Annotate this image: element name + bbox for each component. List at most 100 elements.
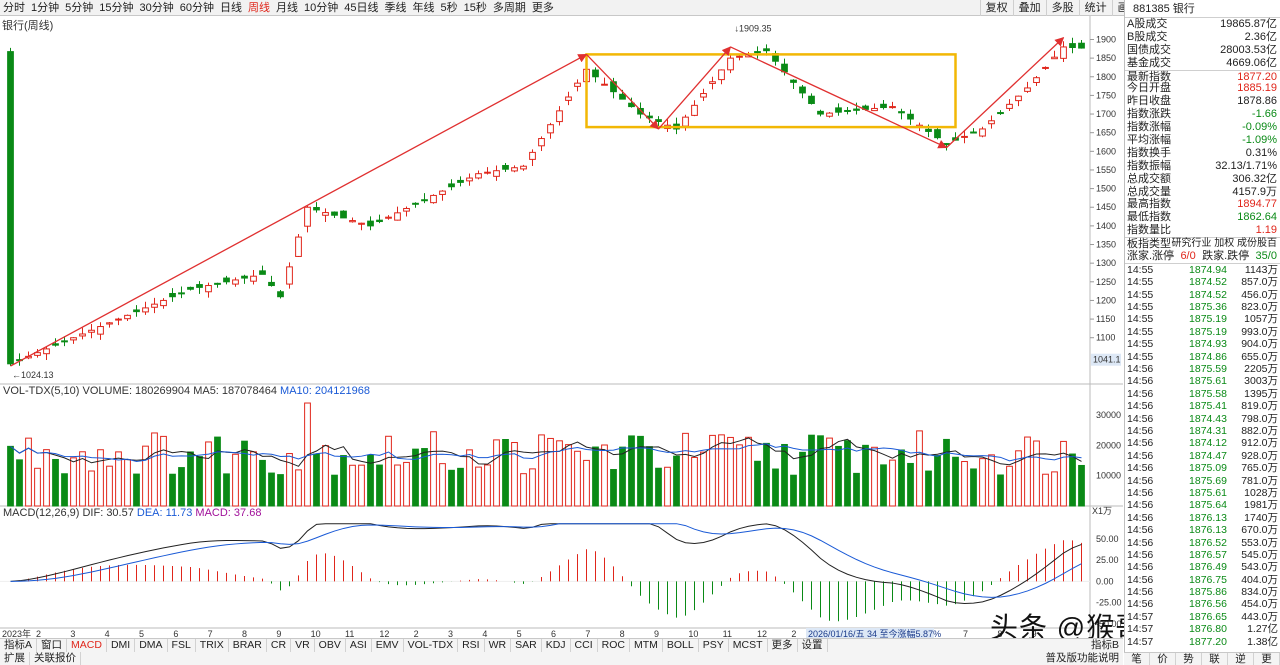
indicator-tab-20[interactable]: MTM [630,639,663,652]
indicator-tab-4[interactable]: DMA [135,639,168,652]
price-axis-label: 1200 [1096,295,1116,305]
macd-dif-line [10,523,1082,604]
tick-row: 14:56 1876.52 553.0万 [1125,537,1280,549]
extension-tab-1[interactable]: 关联报价 [30,652,81,665]
candle-body [988,120,995,125]
period-tab-5[interactable]: 60分钟 [177,0,217,16]
indicator-tab-6[interactable]: TRIX [196,639,229,652]
x-axis-year: 2023年 [2,628,31,638]
toolbar-button-1[interactable]: 叠加 [1012,0,1046,16]
period-tab-11[interactable]: 季线 [382,0,410,16]
indicator-tab-11[interactable]: ASI [346,639,372,652]
quote-row-value: 1877.20 [1237,70,1277,83]
panel-title: 银行(周线) [2,20,54,32]
x-axis-month-label: 11 [723,629,732,638]
kline-chart[interactable]: 1900 1850 1800 1750 1700 1650 1600 1550 1500 1450… [0,16,1123,638]
right-tab-0[interactable]: 笔 [1124,653,1150,665]
tick-list[interactable]: 14:55 1874.94 1143万 14:55 1874.52 857.0万 14:55… [1125,262,1280,648]
indicator-tabs: 指标A 窗口 MACD DMI DMA FSL TRIX BRAR CR VR OBV ASI EMV V… [0,638,1123,665]
period-tab-10[interactable]: 45日线 [341,0,381,16]
candle-body [1015,95,1022,102]
toolbar-button-2[interactable]: 多股 [1045,0,1079,16]
tick-time: 14:56 [1127,561,1154,574]
candle-body [556,110,563,123]
indicator-tab-10[interactable]: OBV [315,639,346,652]
x-axis-month-label: 9 [276,629,281,638]
period-tab-7[interactable]: 周线 [245,0,273,16]
volume-bar [358,464,365,507]
candle-body [133,309,140,313]
tick-time: 14:55 [1127,263,1154,276]
x-axis-month-label: 3 [70,629,75,638]
tick-time: 14:55 [1127,288,1154,301]
indicator-tab-23[interactable]: MCST [729,639,768,652]
tick-price: 1876.56 [1189,598,1227,611]
period-tab-14[interactable]: 15秒 [461,0,490,16]
indicator-tab-14[interactable]: RSI [458,639,485,652]
indicator-tab-0[interactable]: 指标A [0,639,38,652]
toolbar-button-3[interactable]: 统计 [1078,0,1112,16]
candle-body [232,279,239,285]
price-axis-label: 1800 [1096,72,1116,82]
period-tab-9[interactable]: 10分钟 [301,0,341,16]
indicator-tab-8[interactable]: CR [267,639,292,652]
tick-time: 14:56 [1127,499,1154,512]
indicator-tab-12[interactable]: EMV [372,639,404,652]
macd-axis-label: 50.00 [1096,534,1119,544]
right-tab-5[interactable]: 更 [1254,653,1280,665]
indicator-tab-2[interactable]: MACD [67,639,107,652]
indicator-tab-15[interactable]: WR [485,639,512,652]
period-tab-8[interactable]: 月线 [273,0,301,16]
updown-label1: 涨家.涨停 [1127,250,1175,263]
volume-bar [673,455,680,507]
candle-body [196,284,203,288]
period-tab-0[interactable]: 分时 [0,0,28,16]
indicator-tab-19[interactable]: ROC [598,639,630,652]
indicator-b-tab[interactable]: 指标B [1091,639,1119,652]
indicator-tab-7[interactable]: BRAR [229,639,267,652]
right-tab-4[interactable]: 逆 [1228,653,1254,665]
period-tab-2[interactable]: 5分钟 [62,0,96,16]
volume-bar [988,454,995,507]
tick-row: 14:56 1874.43 798.0万 [1125,413,1280,425]
indicator-tab-18[interactable]: CCI [571,639,598,652]
indicator-tab-25[interactable]: 设置 [798,639,828,652]
right-tab-3[interactable]: 联 [1202,653,1228,665]
indicator-tab-13[interactable]: VOL-TDX [404,639,459,652]
macd-axis-label: 25.00 [1096,555,1119,565]
period-tab-15[interactable]: 多周期 [490,0,529,16]
volume-bar [736,444,743,507]
volume-bar [772,468,779,507]
period-tab-1[interactable]: 1分钟 [28,0,62,16]
tick-time: 14:56 [1127,586,1154,599]
extension-tab-0[interactable]: 扩展 [0,652,30,665]
right-tab-1[interactable]: 价 [1150,653,1176,665]
indicator-tab-3[interactable]: DMI [107,639,136,652]
period-tab-13[interactable]: 5秒 [438,0,461,16]
indicator-tab-17[interactable]: KDJ [542,639,571,652]
period-tab-3[interactable]: 15分钟 [96,0,136,16]
volume-bar [106,465,113,507]
indicator-tab-16[interactable]: SAR [511,639,542,652]
period-tab-16[interactable]: 更多 [529,0,557,16]
indicator-tab-22[interactable]: PSY [699,639,729,652]
quote-row-value: 1878.86 [1237,95,1277,108]
candle-body [997,112,1004,115]
indicator-tab-9[interactable]: VR [291,639,315,652]
quote-type-label: 板指类型 [1127,238,1171,251]
right-tab-2[interactable]: 势 [1176,653,1202,665]
indicator-tab-21[interactable]: BOLL [663,639,699,652]
quote-type-value[interactable]: 研究行业 加权 成份股百 [1171,238,1277,250]
footer-note[interactable]: 普及版功能说明 [1046,652,1120,665]
period-tab-6[interactable]: 日线 [217,0,245,16]
indicator-tab-1[interactable]: 窗口 [37,639,68,652]
toolbar-button-0[interactable]: 复权 [979,0,1013,16]
quote-row: 指数量比 1.19 [1125,224,1280,237]
quote-row-value: 1894.77 [1237,198,1277,211]
indicator-tab-5[interactable]: FSL [168,639,196,652]
period-tab-12[interactable]: 年线 [410,0,438,16]
indicator-tab-24[interactable]: 更多 [768,639,798,652]
trend-arrow [586,53,660,130]
period-tab-4[interactable]: 30分钟 [137,0,177,16]
quote-row-label: 最低指数 [1127,211,1171,224]
